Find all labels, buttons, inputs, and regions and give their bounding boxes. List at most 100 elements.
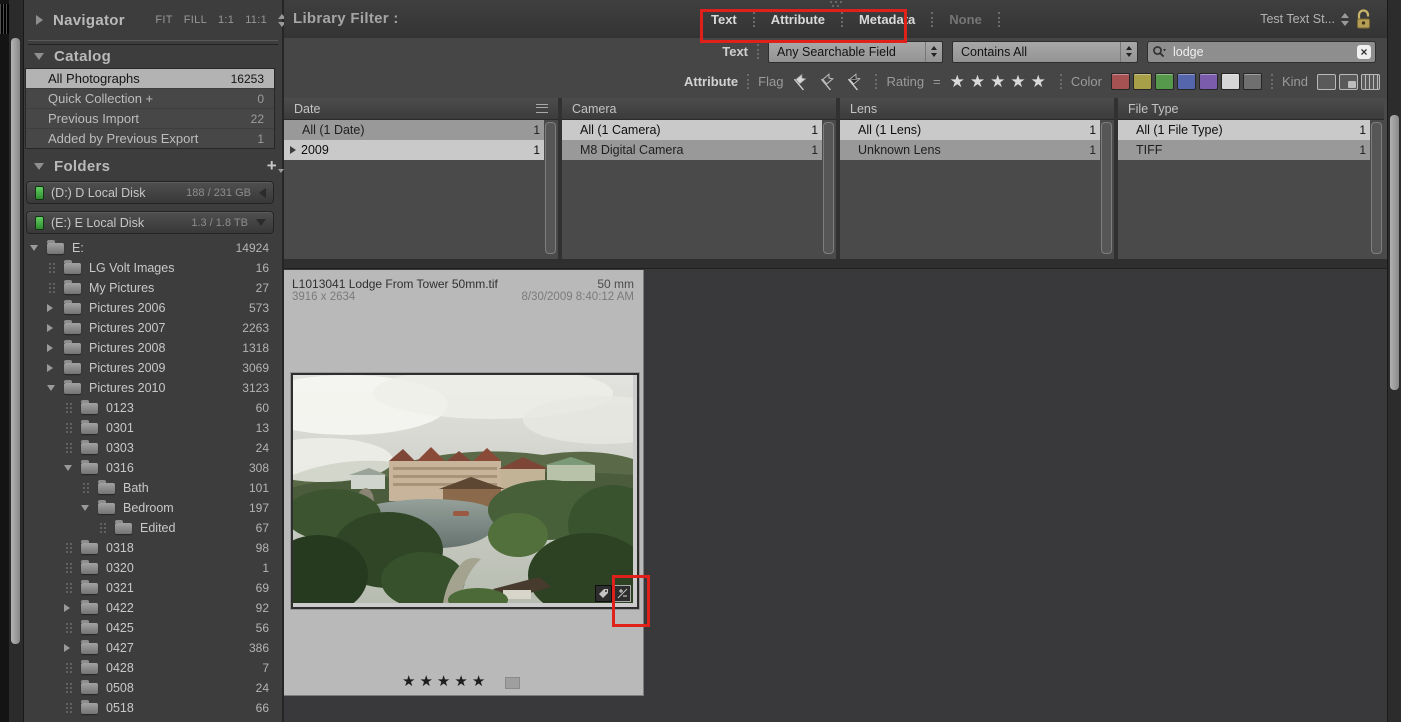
tab-none[interactable]: None — [942, 12, 989, 27]
folder-row-0428[interactable]: 0428 7 — [24, 658, 282, 678]
metadata-row-all-lenses[interactable]: All (1 Lens) 1 — [840, 120, 1100, 140]
flag-unflagged-icon[interactable] — [819, 72, 839, 92]
add-folder-button[interactable]: + — [267, 156, 284, 176]
folder-row-edited[interactable]: Edited 67 — [24, 518, 282, 538]
photo-thumbnail[interactable] — [248, 367, 683, 617]
tab-text[interactable]: Text — [704, 12, 744, 27]
preset-spinner-icon[interactable] — [1341, 12, 1349, 26]
column-scrollbar[interactable] — [1371, 122, 1382, 254]
folder-row-pictures-2009[interactable]: Pictures 2009 3069 — [24, 358, 282, 378]
kind-videos-icon[interactable] — [1361, 73, 1380, 90]
catalog-item-previous-import[interactable]: Previous Import 22 — [26, 108, 274, 128]
column-header-lens[interactable]: Lens — [840, 98, 1114, 120]
navigator-header[interactable]: Navigator FIT FILL 1:1 11:1 — [24, 8, 294, 32]
search-box[interactable]: × — [1147, 40, 1376, 63]
folder-row-0318[interactable]: 0318 98 — [24, 538, 282, 558]
column-scrollbar[interactable] — [823, 122, 834, 254]
star-icon[interactable]: ★ — [1010, 72, 1030, 91]
collapse-left-icon[interactable] — [259, 187, 266, 198]
tab-metadata[interactable]: Metadata — [852, 12, 922, 27]
star-icon[interactable]: ★ — [437, 673, 454, 690]
star-icon[interactable]: ★ — [454, 673, 471, 690]
folder-row-0425[interactable]: 0425 56 — [24, 618, 282, 638]
metadata-row-m8-digital-camera[interactable]: M8 Digital Camera 1 — [562, 140, 822, 160]
folder-row-0123[interactable]: 0123 60 — [24, 398, 282, 418]
color-swatch-custom[interactable] — [1242, 73, 1262, 90]
metadata-row-all-dates[interactable]: All (1 Date) 1 — [284, 120, 544, 140]
metadata-row-all-cameras[interactable]: All (1 Camera) 1 — [562, 120, 822, 140]
filter-lock-icon[interactable] — [1355, 9, 1372, 29]
metadata-row-2009[interactable]: 2009 1 — [284, 140, 544, 160]
tab-attribute[interactable]: Attribute — [764, 12, 832, 27]
folder-row-0316[interactable]: 0316 308 — [24, 458, 282, 478]
folder-row-0303[interactable]: 0303 24 — [24, 438, 282, 458]
folder-row-lg-volt-images[interactable]: LG Volt Images 16 — [24, 258, 282, 278]
zoom-11-1[interactable]: 11:1 — [245, 14, 267, 26]
color-swatch-red[interactable] — [1110, 73, 1130, 90]
contains-rule-dropdown[interactable]: Contains All — [952, 40, 1138, 63]
column-header-camera[interactable]: Camera — [562, 98, 836, 120]
metadata-panel-resize-handle[interactable] — [284, 259, 1388, 269]
search-input[interactable] — [1171, 43, 1353, 60]
catalog-item-added-by-previous-export[interactable]: Added by Previous Export 1 — [26, 128, 274, 148]
folder-row-0508[interactable]: 0508 24 — [24, 678, 282, 698]
folder-row-bath[interactable]: Bath 101 — [24, 478, 282, 498]
clear-search-button[interactable]: × — [1357, 44, 1371, 59]
catalog-header[interactable]: Catalog — [24, 44, 292, 68]
photo-grid-cell[interactable]: L1013041 Lodge From Tower 50mm.tif 3916 … — [248, 270, 683, 696]
folder-row-pictures-2006[interactable]: Pictures 2006 573 — [24, 298, 282, 318]
metadata-row-unknown-lens[interactable]: Unknown Lens 1 — [840, 140, 1100, 160]
folders-header[interactable]: Folders + — [24, 154, 292, 178]
color-swatch-none[interactable] — [1220, 73, 1240, 90]
column-header-date[interactable]: Date — [284, 98, 558, 120]
searchable-field-dropdown[interactable]: Any Searchable Field — [768, 40, 943, 63]
star-icon[interactable]: ★ — [950, 72, 970, 91]
volume-e-local-disk[interactable]: (E:) E Local Disk 1.3 / 1.8 TB — [26, 211, 274, 234]
panel-drag-grip[interactable] — [0, 4, 9, 34]
folder-row-pictures-2007[interactable]: Pictures 2007 2263 — [24, 318, 282, 338]
star-icon[interactable]: ★ — [419, 673, 436, 690]
zoom-fill[interactable]: FILL — [184, 14, 207, 26]
column-scrollbar[interactable] — [545, 122, 556, 254]
collapse-down-icon[interactable] — [256, 219, 266, 226]
left-panel-scrollbar-thumb[interactable] — [11, 38, 20, 644]
grid-scrollbar-thumb[interactable] — [1390, 115, 1399, 390]
folder-row-bedroom[interactable]: Bedroom 197 — [24, 498, 282, 518]
metadata-row-all-file-types[interactable]: All (1 File Type) 1 — [1118, 120, 1370, 140]
folder-row-0321[interactable]: 0321 69 — [24, 578, 282, 598]
rating-operator[interactable]: = — [933, 74, 941, 89]
color-label-none-icon[interactable] — [505, 677, 520, 689]
kind-virtual-copies-icon[interactable] — [1339, 73, 1358, 90]
folder-row-0301[interactable]: 0301 13 — [24, 418, 282, 438]
zoom-1-1[interactable]: 1:1 — [218, 14, 234, 26]
catalog-item-quick-collection[interactable]: Quick Collection + 0 — [26, 88, 274, 108]
catalog-item-all-photographs[interactable]: All Photographs 16253 — [26, 69, 274, 88]
left-panel-scrollbar[interactable] — [9, 0, 24, 722]
folder-row-0427[interactable]: 0427 386 — [24, 638, 282, 658]
star-icon[interactable]: ★ — [1031, 72, 1051, 91]
metadata-row-tiff[interactable]: TIFF 1 — [1118, 140, 1370, 160]
flag-rejected-icon[interactable] — [846, 72, 866, 92]
folder-row-e[interactable]: E: 14924 — [24, 238, 282, 258]
color-swatch-yellow[interactable] — [1132, 73, 1152, 90]
star-icon[interactable]: ★ — [970, 72, 990, 91]
filter-preset-dropdown[interactable]: Test Text St... — [1260, 12, 1335, 26]
flag-picked-icon[interactable] — [792, 72, 812, 92]
color-swatch-purple[interactable] — [1198, 73, 1218, 90]
star-icon[interactable]: ★ — [402, 673, 419, 690]
column-header-file-type[interactable]: File Type — [1118, 98, 1384, 120]
volume-d-local-disk[interactable]: (D:) D Local Disk 188 / 231 GB — [26, 181, 274, 204]
folder-row-0518[interactable]: 0518 66 — [24, 698, 282, 718]
column-menu-icon[interactable] — [536, 104, 548, 113]
folder-row-my-pictures[interactable]: My Pictures 27 — [24, 278, 282, 298]
color-swatch-blue[interactable] — [1176, 73, 1196, 90]
grid-scrollbar[interactable] — [1387, 0, 1401, 722]
zoom-fit[interactable]: FIT — [155, 14, 172, 26]
color-swatch-green[interactable] — [1154, 73, 1174, 90]
folder-row-0422[interactable]: 0422 92 — [24, 598, 282, 618]
column-scrollbar[interactable] — [1101, 122, 1112, 254]
folder-row-pictures-2008[interactable]: Pictures 2008 1318 — [24, 338, 282, 358]
adjustments-badge-icon[interactable] — [614, 585, 631, 602]
folder-row-0320[interactable]: 0320 1 — [24, 558, 282, 578]
kind-master-photos-icon[interactable] — [1317, 73, 1336, 90]
